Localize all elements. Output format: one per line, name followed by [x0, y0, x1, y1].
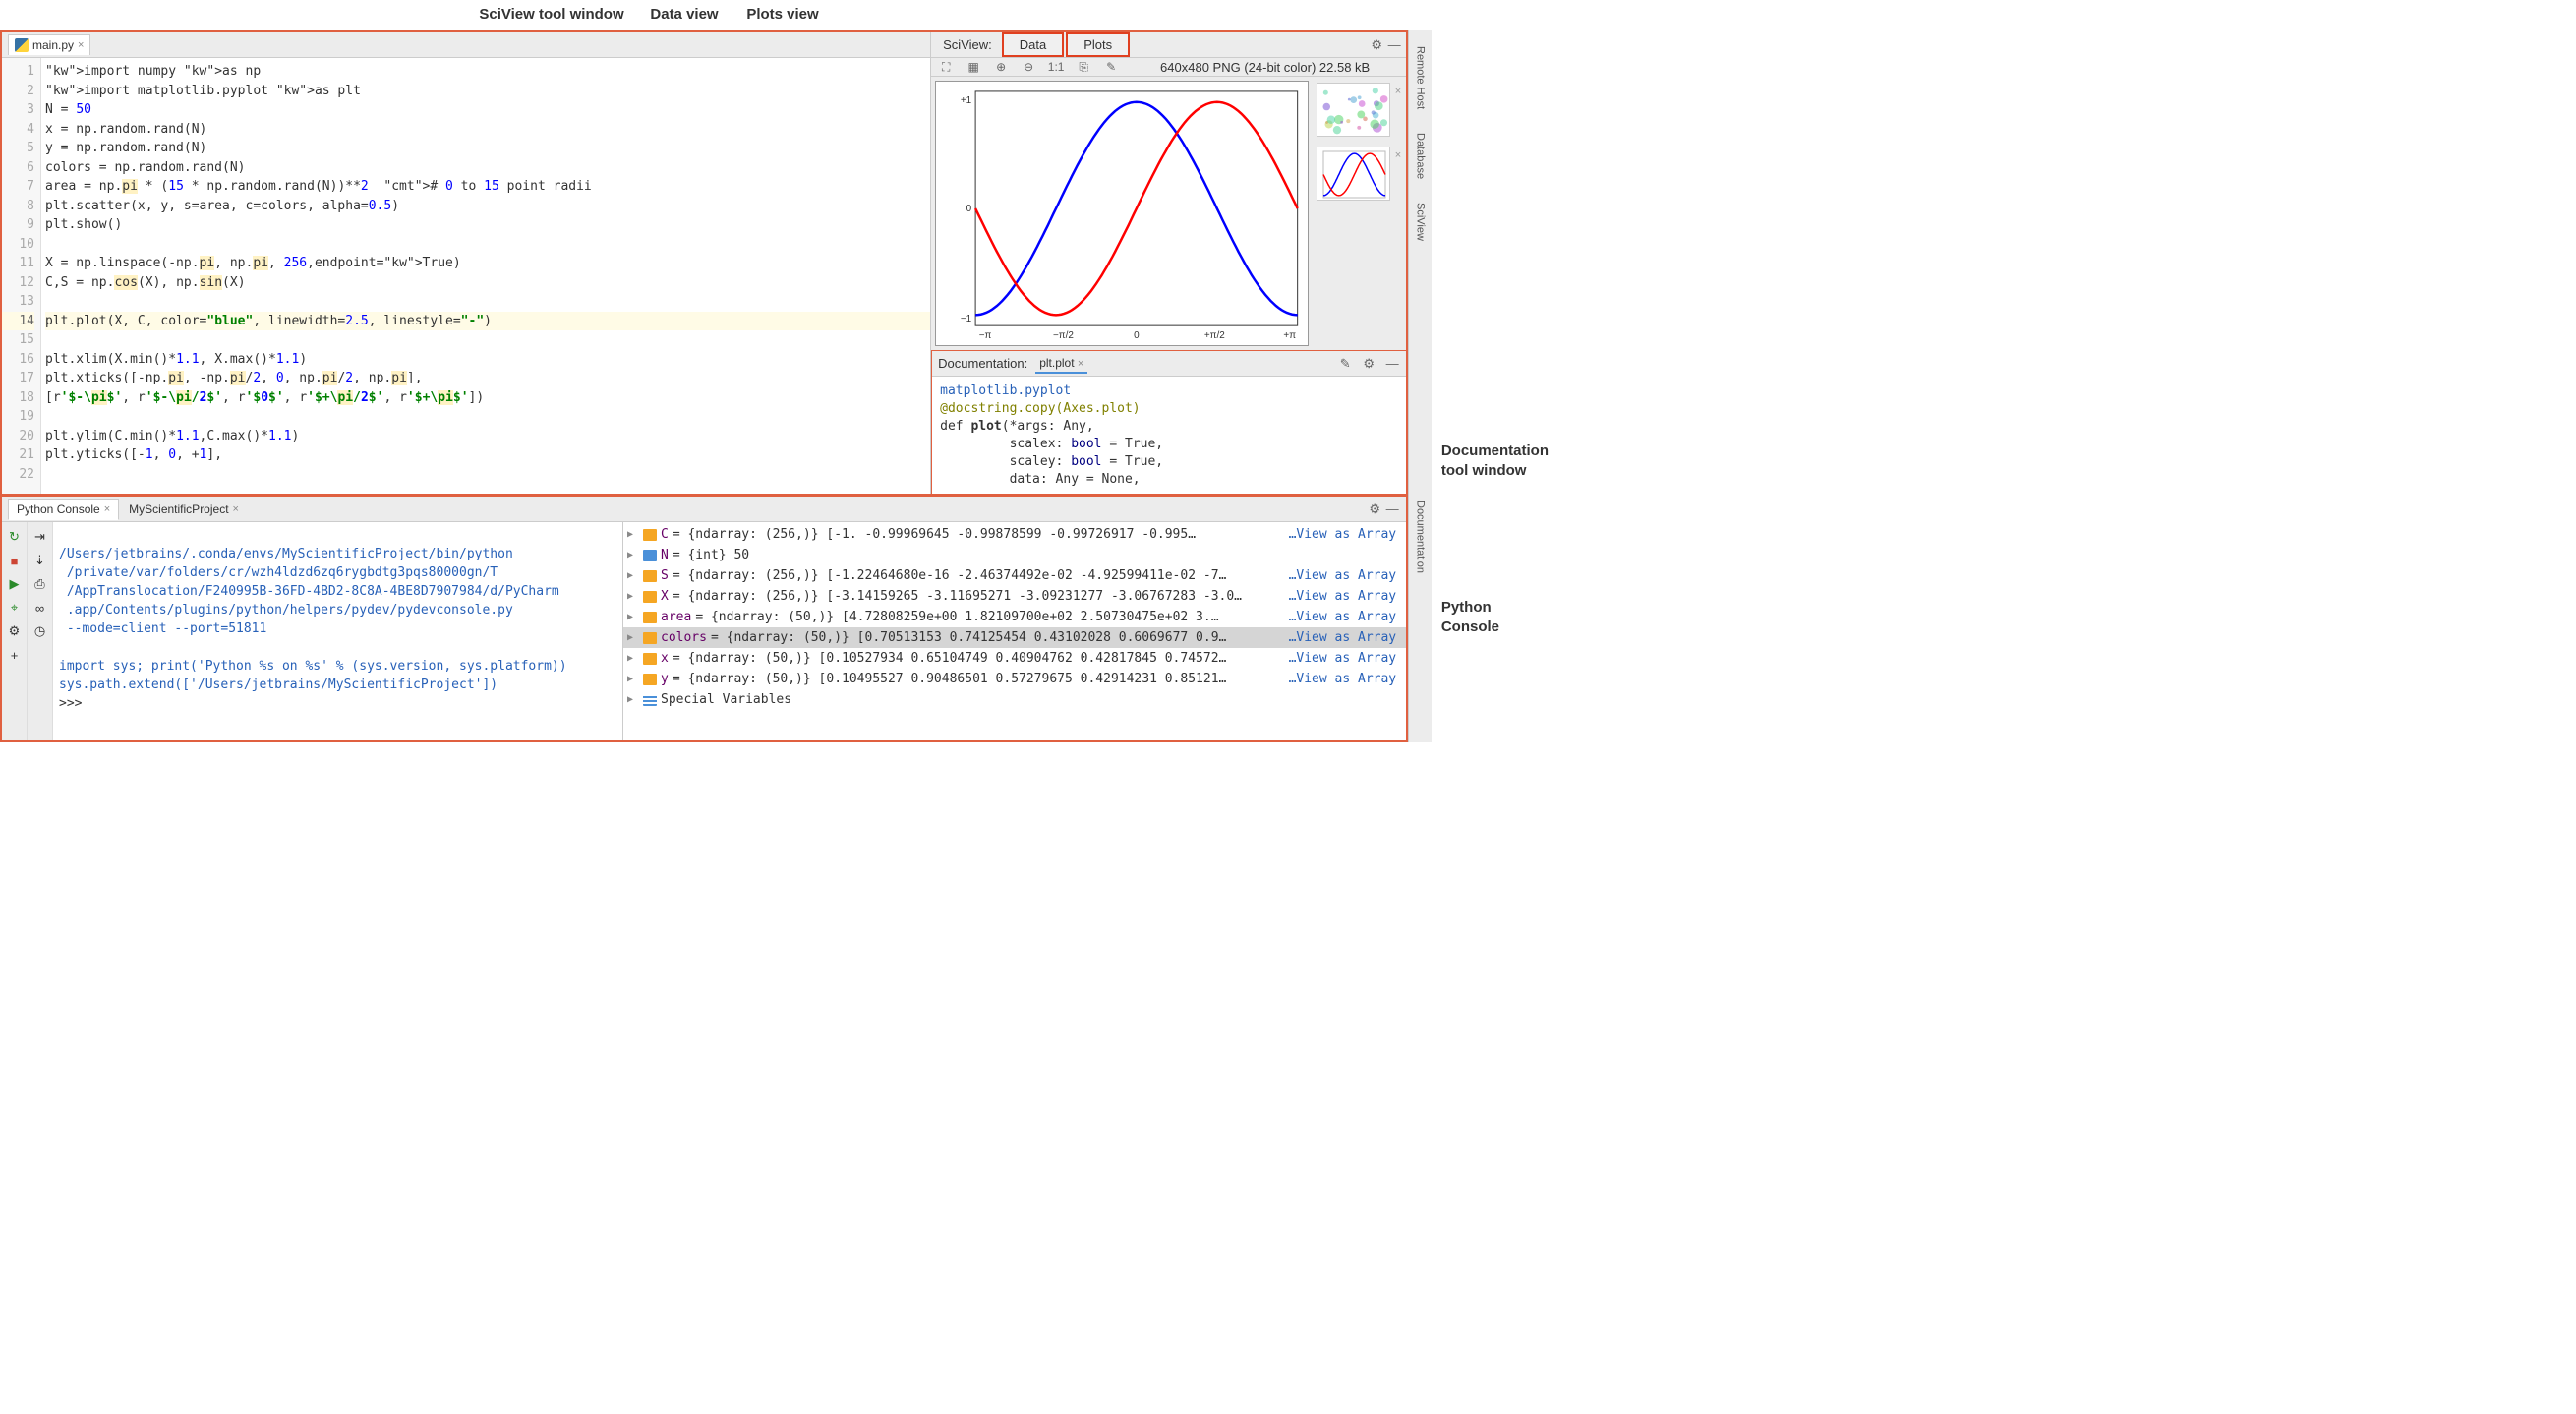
- gear-icon[interactable]: ⚙: [1361, 356, 1376, 372]
- variables-panel: ▶ C = {ndarray: (256,)} [-1. -0.99969645…: [623, 522, 1406, 740]
- add-icon[interactable]: +: [6, 646, 24, 664]
- var-special[interactable]: ▶Special Variables: [623, 689, 1406, 710]
- right-tool-rail: Remote Host Database SciView Documentati…: [1408, 30, 1432, 742]
- label-python-console: PythonConsole: [1441, 598, 1549, 636]
- doc-body: matplotlib.pyplot @docstring.copy(Axes.p…: [932, 377, 1406, 495]
- view-as-array-link[interactable]: …View as Array: [1289, 566, 1403, 585]
- scroll-icon[interactable]: ⇣: [31, 552, 49, 569]
- gear-icon[interactable]: ⚙: [1369, 37, 1384, 53]
- gear-icon[interactable]: ⚙: [1367, 501, 1382, 517]
- minimize-icon[interactable]: —: [1384, 356, 1400, 372]
- rail-remote-host[interactable]: Remote Host: [1412, 34, 1428, 121]
- plot-canvas: −π −π/2 0 +π/2 +π +1 0 −1: [931, 77, 1313, 350]
- history-icon[interactable]: ◷: [31, 622, 49, 640]
- close-icon[interactable]: ×: [1395, 86, 1401, 97]
- svg-text:−π: −π: [979, 330, 992, 341]
- sciview-toolbar: ⛶ ▦ ⊕ ⊖ 1:1 ⎘ ✎ 640x480 PNG (24-bit colo…: [931, 58, 1406, 77]
- svg-text:+π/2: +π/2: [1204, 330, 1225, 341]
- svg-text:−π/2: −π/2: [1053, 330, 1074, 341]
- ratio-button[interactable]: 1:1: [1047, 58, 1065, 76]
- python-file-icon: [15, 38, 29, 52]
- editor-tab-label: main.py: [32, 38, 74, 52]
- plot-svg: −π −π/2 0 +π/2 +π +1 0 −1: [935, 81, 1309, 346]
- close-icon[interactable]: ×: [1395, 149, 1401, 161]
- editor-code[interactable]: "kw">import numpy "kw">as np"kw">import …: [41, 58, 930, 494]
- settings-icon[interactable]: ⚙: [6, 622, 24, 640]
- soft-wrap-icon[interactable]: ⇥: [31, 528, 49, 546]
- view-as-array-link[interactable]: …View as Array: [1289, 525, 1403, 544]
- python-console: Python Console × MyScientificProject × ⚙…: [2, 495, 1406, 740]
- var-row[interactable]: ▶ S = {ndarray: (256,)} [-1.22464680e-16…: [623, 565, 1406, 586]
- close-icon[interactable]: ×: [1078, 358, 1083, 370]
- svg-text:0: 0: [1134, 330, 1140, 341]
- svg-text:−1: −1: [961, 314, 972, 324]
- image-info: 640x480 PNG (24-bit color) 22.58 kB: [1160, 60, 1370, 75]
- editor-gutter: 12345678910111213141516171819202122: [2, 58, 41, 494]
- stop-icon[interactable]: ■: [6, 552, 24, 569]
- console-action-bar: ↻ ■ ▶ ⌖ ⚙ +: [2, 522, 28, 740]
- view-as-array-link[interactable]: …View as Array: [1289, 608, 1403, 626]
- view-as-array-link[interactable]: …View as Array: [1289, 628, 1403, 647]
- svg-text:+1: +1: [961, 95, 972, 106]
- plot-thumbnails: × ×: [1313, 77, 1406, 350]
- console-output[interactable]: /Users/jetbrains/.conda/envs/MyScientifi…: [53, 522, 623, 740]
- zoom-in-icon[interactable]: ⊕: [992, 58, 1010, 76]
- label-doc-tool: Documentationtool window: [1441, 442, 1549, 480]
- doc-title: Documentation:: [938, 356, 1027, 371]
- sciview-title: SciView:: [935, 35, 1000, 54]
- rail-documentation[interactable]: Documentation: [1412, 489, 1428, 585]
- minimize-icon[interactable]: —: [1384, 501, 1400, 517]
- export-icon[interactable]: ⎘: [1075, 58, 1092, 76]
- close-icon[interactable]: ×: [233, 503, 239, 515]
- grid-icon[interactable]: ▦: [965, 58, 982, 76]
- debug-icon[interactable]: ⌖: [6, 599, 24, 617]
- print-icon[interactable]: ⎙: [31, 575, 49, 593]
- editor-tabs: main.py ×: [2, 32, 930, 58]
- var-row[interactable]: ▶ N = {int} 50: [623, 545, 1406, 565]
- svg-text:+π: +π: [1284, 330, 1297, 341]
- var-row[interactable]: ▶ C = {ndarray: (256,)} [-1. -0.99969645…: [623, 524, 1406, 545]
- view-as-array-link[interactable]: …View as Array: [1289, 670, 1403, 688]
- rail-sciview[interactable]: SciView: [1412, 191, 1428, 253]
- console-action-bar-2: ⇥ ⇣ ⎙ ∞ ◷: [28, 522, 53, 740]
- documentation-panel: Documentation: plt.plot × ✎ ⚙ — matplotl…: [931, 350, 1406, 495]
- sciview-header: SciView: Data Plots ⚙ —: [931, 32, 1406, 58]
- zoom-out-icon[interactable]: ⊖: [1020, 58, 1037, 76]
- var-row[interactable]: ▶ colors = {ndarray: (50,)} [0.70513153 …: [623, 627, 1406, 648]
- console-tab-python[interactable]: Python Console ×: [8, 499, 119, 520]
- sciview-tab-data[interactable]: Data: [1002, 32, 1064, 57]
- var-row[interactable]: ▶ X = {ndarray: (256,)} [-3.14159265 -3.…: [623, 586, 1406, 607]
- editor-pane: main.py × 123456789101112131415161718192…: [2, 32, 931, 494]
- doc-tab[interactable]: plt.plot ×: [1035, 354, 1087, 374]
- close-icon[interactable]: ×: [78, 39, 84, 51]
- label-plots-view: Plots view: [733, 6, 832, 23]
- rerun-icon[interactable]: ↻: [6, 528, 24, 546]
- var-row[interactable]: ▶ area = {ndarray: (50,)} [4.72808259e+0…: [623, 607, 1406, 627]
- thumb-sincos[interactable]: ×: [1317, 147, 1390, 201]
- label-sciview-tool: SciView tool window: [468, 6, 635, 23]
- editor-tab-main[interactable]: main.py ×: [8, 34, 90, 55]
- run-icon[interactable]: ▶: [6, 575, 24, 593]
- var-row[interactable]: ▶ x = {ndarray: (50,)} [0.10527934 0.651…: [623, 648, 1406, 669]
- label-data-view: Data view: [635, 6, 733, 23]
- edit-icon[interactable]: ✎: [1337, 356, 1353, 372]
- picker-icon[interactable]: ✎: [1102, 58, 1120, 76]
- link-icon[interactable]: ∞: [31, 599, 49, 617]
- console-tab-project[interactable]: MyScientificProject ×: [121, 500, 247, 519]
- minimize-icon[interactable]: —: [1386, 37, 1402, 53]
- var-row[interactable]: ▶ y = {ndarray: (50,)} [0.10495527 0.904…: [623, 669, 1406, 689]
- rail-database[interactable]: Database: [1412, 121, 1428, 191]
- thumb-scatter[interactable]: ×: [1317, 83, 1390, 137]
- fit-icon[interactable]: ⛶: [937, 58, 955, 76]
- close-icon[interactable]: ×: [104, 503, 110, 515]
- svg-text:0: 0: [966, 204, 972, 214]
- view-as-array-link[interactable]: …View as Array: [1289, 587, 1403, 606]
- view-as-array-link[interactable]: …View as Array: [1289, 649, 1403, 668]
- sciview-tab-plots[interactable]: Plots: [1066, 32, 1130, 57]
